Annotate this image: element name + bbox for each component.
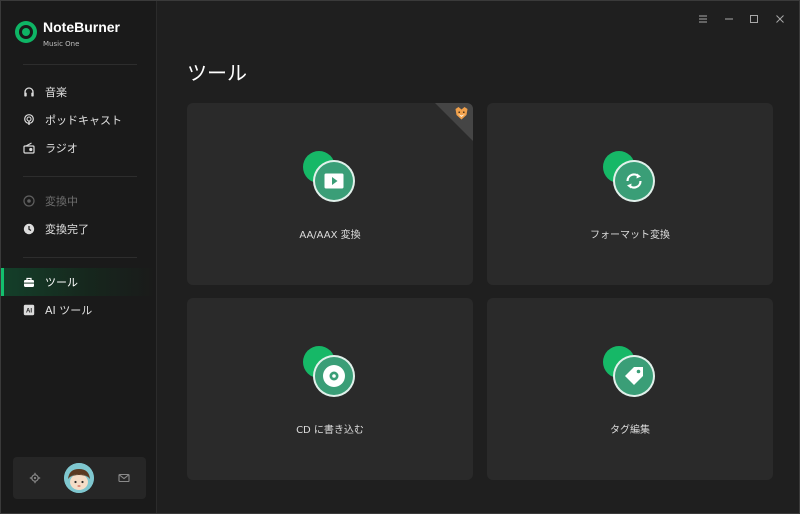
sidebar-item-label: ラジオ: [45, 142, 78, 155]
toolbox-icon: [23, 276, 35, 288]
cd-icon: [323, 365, 345, 387]
sidebar-item-label: ツール: [45, 276, 78, 289]
tag-icon: [625, 367, 643, 385]
sidebar-bottom-bar: [13, 457, 146, 499]
tool-card-aa-aax-convert[interactable]: AA/AAX 変換: [187, 103, 473, 285]
sidebar-item-converted[interactable]: 変換完了: [1, 215, 156, 243]
burn-cd-icon: [303, 346, 359, 398]
app-subtitle: Music One: [43, 40, 80, 48]
mail-icon[interactable]: [117, 471, 131, 485]
main-content: ツール AA/AAX 変換 フォーマット変換 CD に書き込む タグ編集: [157, 1, 799, 513]
aa-aax-convert-icon: [303, 151, 359, 203]
app-window: NoteBurner Music One 音楽 ポッドキャスト ラジオ 変換中 …: [0, 0, 800, 514]
sidebar-divider: [23, 176, 137, 177]
sidebar-item-podcast[interactable]: ポッドキャスト: [1, 106, 156, 134]
minimize-icon[interactable]: [721, 11, 737, 27]
sidebar-item-music[interactable]: 音楽: [1, 78, 156, 106]
tool-card-label: CD に書き込む: [296, 425, 364, 436]
podcast-icon: [23, 114, 35, 126]
converting-icon: [23, 195, 35, 207]
sidebar-item-converting[interactable]: 変換中: [1, 187, 156, 215]
sidebar-item-tools[interactable]: ツール: [1, 268, 156, 296]
sidebar-item-label: AI ツール: [45, 304, 93, 317]
tool-card-format-convert[interactable]: フォーマット変換: [487, 103, 773, 285]
clock-icon: [23, 223, 35, 235]
app-name: NoteBurner: [43, 19, 121, 35]
brand: NoteBurner Music One: [15, 19, 120, 48]
noteburner-logo-icon: [15, 21, 37, 43]
ai-icon: AI: [23, 304, 35, 316]
tool-card-label: タグ編集: [610, 425, 650, 436]
sidebar-divider: [23, 257, 137, 258]
sidebar-item-label: 音楽: [45, 86, 67, 99]
page-title: ツール: [187, 61, 247, 85]
sidebar-item-label: 変換中: [45, 195, 78, 208]
radio-icon: [23, 142, 35, 154]
sidebar: NoteBurner Music One 音楽 ポッドキャスト ラジオ 変換中 …: [1, 1, 157, 513]
tool-card-label: AA/AAX 変換: [299, 230, 361, 241]
maximize-icon[interactable]: [746, 11, 762, 27]
sidebar-item-label: 変換完了: [45, 223, 89, 236]
tool-card-burn-cd[interactable]: CD に書き込む: [187, 298, 473, 480]
menu-icon[interactable]: [695, 11, 711, 27]
format-convert-icon: [603, 151, 659, 203]
sidebar-item-label: ポッドキャスト: [45, 114, 122, 127]
sidebar-item-ai-tools[interactable]: AI AI ツール: [1, 296, 156, 324]
refresh-icon: [626, 173, 642, 189]
tool-card-label: フォーマット変換: [590, 230, 670, 241]
tag-edit-icon: [603, 346, 659, 398]
close-icon[interactable]: [772, 11, 788, 27]
settings-icon[interactable]: [28, 471, 42, 485]
play-icon: [324, 173, 344, 189]
sidebar-divider: [23, 64, 137, 65]
headphones-icon: [23, 86, 35, 98]
svg-text:AI: AI: [26, 309, 32, 315]
fox-badge-icon: [454, 106, 469, 121]
sidebar-item-radio[interactable]: ラジオ: [1, 134, 156, 162]
tool-card-tag-edit[interactable]: タグ編集: [487, 298, 773, 480]
avatar[interactable]: [64, 463, 94, 493]
